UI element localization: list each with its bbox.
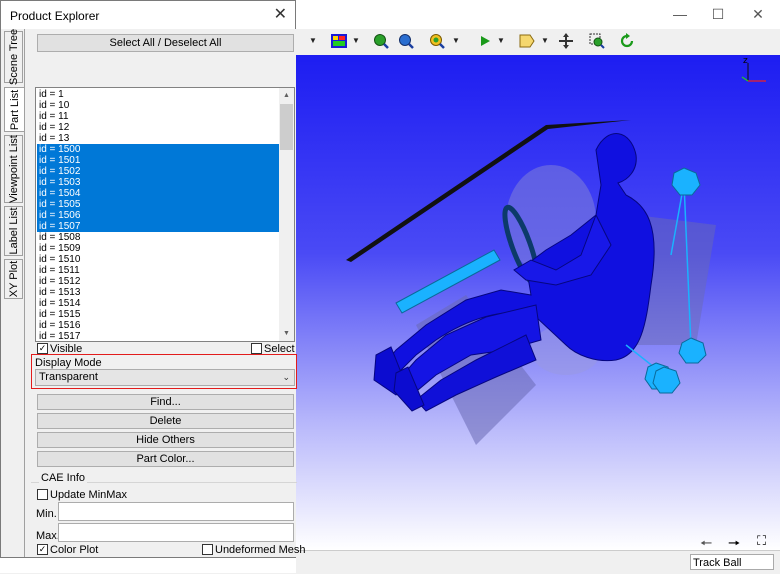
main-titlebar: — ☐ ✕: [296, 0, 780, 28]
update-minmax-label: Update MinMax: [50, 489, 128, 501]
chevron-down-icon[interactable]: ▼: [452, 34, 460, 48]
crash-dummy-scene: z: [346, 56, 766, 445]
list-item[interactable]: id = 1510: [37, 254, 280, 265]
arrow-left-icon[interactable]: 🠔: [700, 533, 712, 550]
chevron-down-icon: ⌄: [282, 372, 290, 382]
tab-xy-plot[interactable]: XY Plot: [4, 259, 23, 299]
min-label: Min.: [36, 508, 57, 520]
display-mode-select[interactable]: Transparent ⌄: [35, 369, 295, 386]
list-item[interactable]: id = 1500: [37, 144, 280, 155]
pan-icon[interactable]: [557, 32, 575, 50]
cae-info-title: CAE Info: [39, 472, 88, 484]
scroll-down-icon[interactable]: ▼: [279, 326, 294, 341]
arrow-right-icon[interactable]: 🠖: [728, 533, 740, 550]
hide-others-button[interactable]: Hide Others: [37, 432, 294, 448]
delete-button[interactable]: Delete: [37, 413, 294, 429]
tab-label: Label List: [7, 207, 20, 255]
list-item[interactable]: id = 1517: [37, 331, 280, 341]
3d-viewport[interactable]: z 🠔 🠖 ⛶: [296, 55, 780, 550]
list-item[interactable]: id = 13: [37, 133, 280, 144]
visible-checkbox[interactable]: ✓: [37, 343, 48, 354]
list-item[interactable]: id = 10: [37, 100, 280, 111]
chevron-down-icon[interactable]: ▼: [497, 34, 505, 48]
tab-viewpoint-list[interactable]: Viewpoint List: [4, 135, 23, 203]
find-button[interactable]: Find...: [37, 394, 294, 410]
color-plot-label: Color Plot: [50, 544, 99, 556]
toolbar: ▼ ▼ ▼ ▼ ▼: [296, 29, 780, 56]
list-item[interactable]: id = 1516: [37, 320, 280, 331]
undeformed-mesh-label: Undeformed Mesh: [215, 544, 306, 556]
list-item[interactable]: id = 1507: [37, 221, 280, 232]
dialog-title: Product Explorer: [10, 9, 100, 23]
tab-label: Scene Tree: [7, 28, 20, 86]
fullscreen-icon[interactable]: ⛶: [757, 533, 766, 549]
close-icon[interactable]: ✕: [274, 7, 287, 23]
refresh-icon[interactable]: [618, 32, 636, 50]
svg-text:z: z: [743, 56, 748, 66]
display-mode-label: Display Mode: [35, 357, 102, 369]
axis-triad-icon: z: [741, 56, 766, 82]
list-item[interactable]: id = 12: [37, 122, 280, 133]
list-item[interactable]: id = 1511: [37, 265, 280, 276]
chevron-down-icon[interactable]: ▼: [541, 34, 549, 48]
max-field[interactable]: [58, 523, 294, 542]
zoom-fit-icon[interactable]: [428, 32, 446, 50]
part-list[interactable]: id = 1 id = 10 id = 11 id = 12 id = 13 id = 1…: [35, 87, 295, 342]
label-icon[interactable]: [518, 32, 536, 50]
select-checkbox[interactable]: [251, 343, 262, 354]
tab-scene-tree[interactable]: Scene Tree: [4, 28, 23, 86]
list-item[interactable]: id = 1513: [37, 287, 280, 298]
maximize-icon[interactable]: ☐: [710, 6, 726, 22]
list-item[interactable]: id = 1506: [37, 210, 280, 221]
close-window-icon[interactable]: ✕: [750, 6, 766, 22]
tab-label-list[interactable]: Label List: [4, 206, 23, 256]
product-explorer-dialog: Product Explorer ✕ Scene Tree Part List …: [0, 0, 306, 558]
list-item[interactable]: id = 1501: [37, 155, 280, 166]
list-scrollbar[interactable]: ▲ ▼: [279, 88, 294, 341]
color-plot-checkbox[interactable]: ✓: [37, 544, 48, 555]
footer-strip: [0, 558, 296, 573]
list-item[interactable]: id = 1504: [37, 188, 280, 199]
minimize-icon[interactable]: —: [672, 6, 688, 22]
list-item[interactable]: id = 1503: [37, 177, 280, 188]
zoom-in-icon[interactable]: [372, 32, 390, 50]
status-bar: Track Ball: [296, 550, 780, 574]
play-icon[interactable]: [476, 32, 494, 50]
max-label: Max.: [36, 530, 60, 542]
list-item[interactable]: id = 1515: [37, 309, 280, 320]
list-item[interactable]: id = 1509: [37, 243, 280, 254]
tab-part-list[interactable]: Part List: [4, 87, 25, 132]
tab-label: XY Plot: [7, 260, 20, 298]
scroll-up-icon[interactable]: ▲: [279, 88, 294, 103]
list-item[interactable]: id = 11: [37, 111, 280, 122]
chevron-down-icon[interactable]: ▼: [352, 34, 360, 48]
chevron-down-icon[interactable]: ▼: [309, 34, 317, 48]
list-item[interactable]: id = 1502: [37, 166, 280, 177]
tab-label: Viewpoint List: [7, 135, 20, 203]
list-item[interactable]: id = 1: [37, 89, 280, 100]
zoom-window-icon[interactable]: [588, 32, 606, 50]
zoom-out-icon[interactable]: [397, 32, 415, 50]
color-map-icon[interactable]: [330, 32, 348, 50]
list-item[interactable]: id = 1512: [37, 276, 280, 287]
list-item[interactable]: id = 1505: [37, 199, 280, 210]
list-item[interactable]: id = 1514: [37, 298, 280, 309]
update-minmax-checkbox[interactable]: [37, 489, 48, 500]
part-color-button[interactable]: Part Color...: [37, 451, 294, 467]
undeformed-mesh-checkbox[interactable]: [202, 544, 213, 555]
select-all-button[interactable]: Select All / Deselect All: [37, 34, 294, 52]
scroll-thumb[interactable]: [280, 104, 293, 150]
min-field[interactable]: [58, 502, 294, 521]
dialog-titlebar: Product Explorer ✕: [1, 1, 295, 29]
checkmark-icon: ✓: [38, 343, 47, 353]
interaction-mode-field[interactable]: Track Ball: [690, 554, 774, 570]
tab-label: Part List: [9, 89, 21, 130]
display-mode-value: Transparent: [39, 371, 98, 383]
list-item[interactable]: id = 1508: [37, 232, 280, 243]
checkmark-icon: ✓: [38, 544, 47, 554]
